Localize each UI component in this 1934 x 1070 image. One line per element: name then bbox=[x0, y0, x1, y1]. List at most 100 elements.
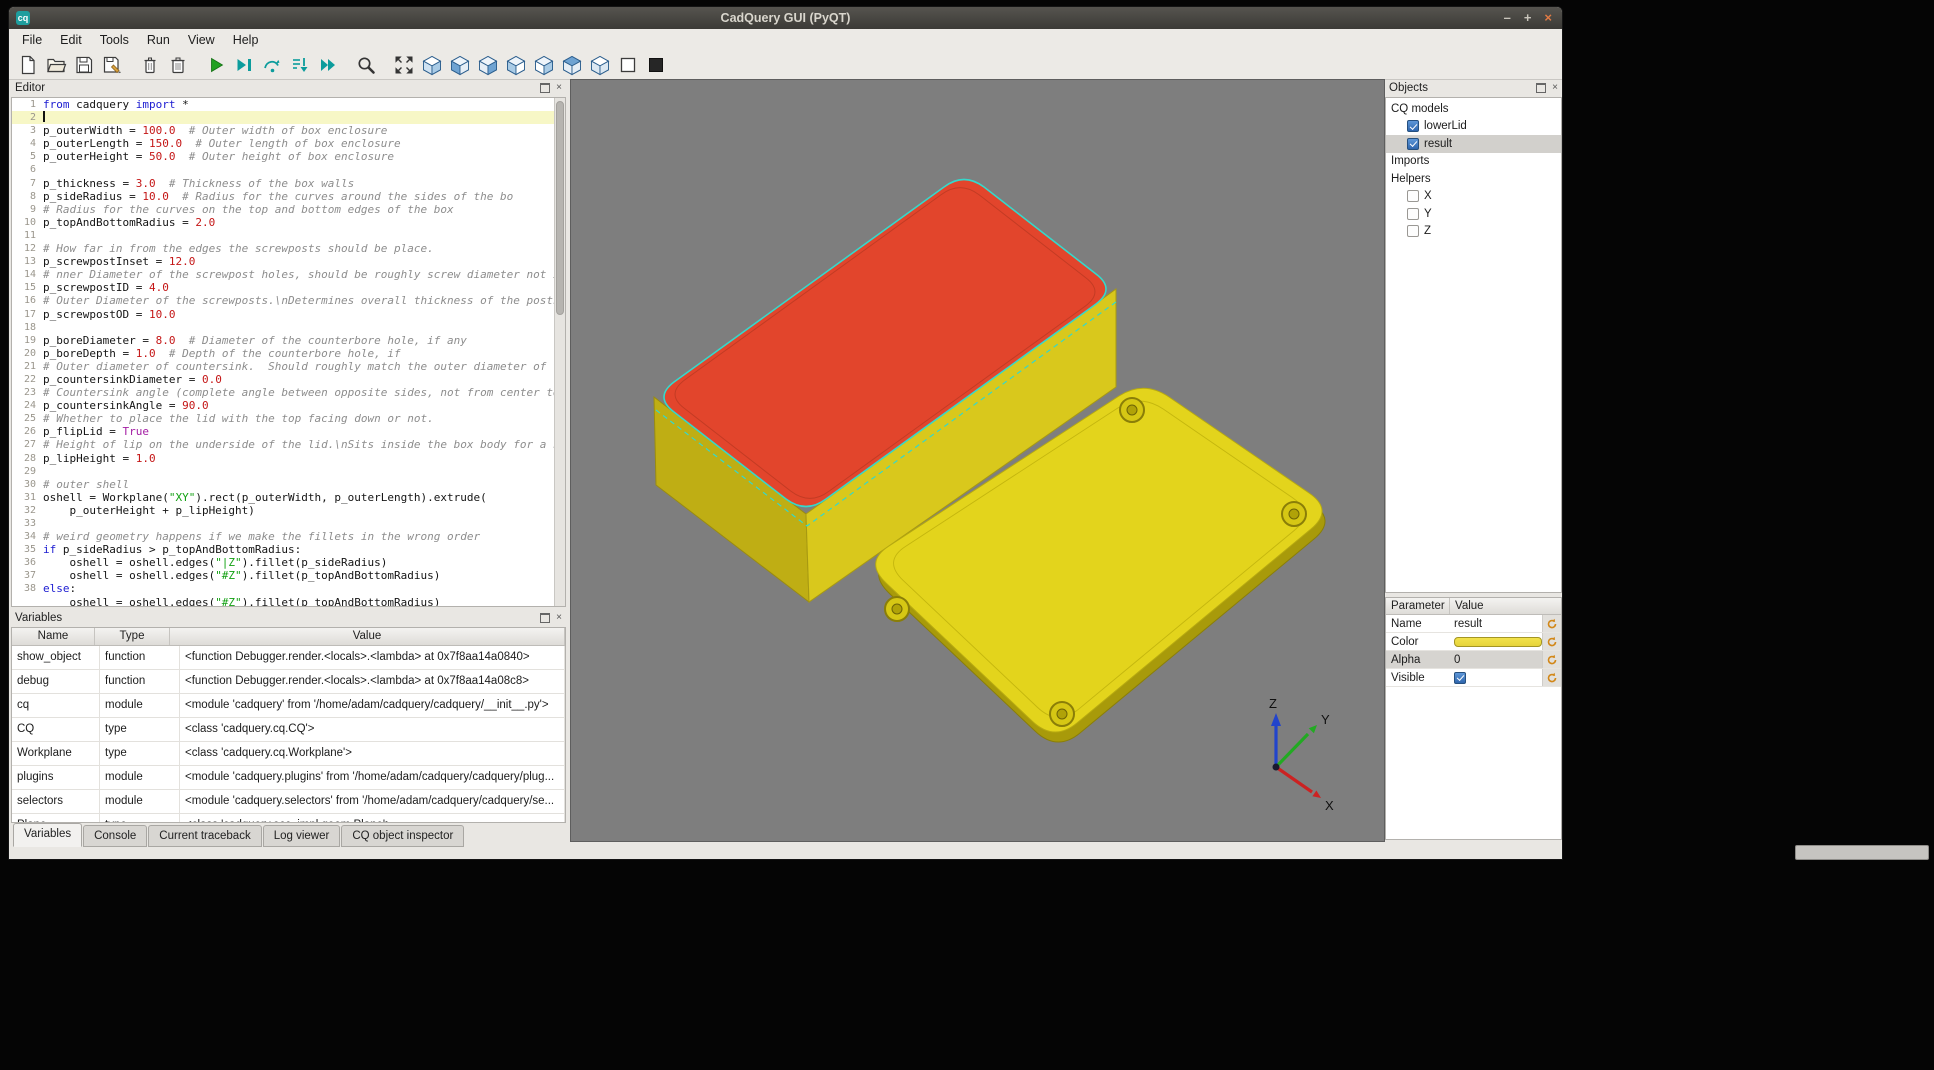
objects-group-helpers[interactable]: Helpers bbox=[1386, 170, 1561, 188]
tab-log-viewer[interactable]: Log viewer bbox=[263, 825, 341, 847]
code-line[interactable]: 6 bbox=[12, 163, 555, 176]
maximize-button[interactable]: + bbox=[1524, 7, 1532, 29]
variables-float-icon[interactable] bbox=[540, 613, 550, 623]
reset-button[interactable] bbox=[1542, 615, 1561, 632]
code-line[interactable]: 38else: bbox=[12, 582, 555, 595]
menu-run[interactable]: Run bbox=[138, 29, 179, 51]
property-row-alpha[interactable]: Alpha0 bbox=[1386, 651, 1561, 669]
save-button[interactable] bbox=[71, 53, 97, 77]
view-back-button[interactable] bbox=[475, 53, 501, 77]
editor-close-icon[interactable]: × bbox=[556, 83, 562, 93]
code-line[interactable]: oshell = oshell.edges("#Z").fillet(p_top… bbox=[12, 596, 555, 606]
code-line[interactable]: 1from cadquery import * bbox=[12, 98, 555, 111]
clear-button[interactable] bbox=[137, 53, 163, 77]
parameter-column-header[interactable]: Parameter bbox=[1386, 598, 1450, 614]
variable-row[interactable]: show_objectfunction<function Debugger.re… bbox=[12, 646, 565, 670]
visibility-checkbox[interactable] bbox=[1407, 120, 1419, 132]
menu-help[interactable]: Help bbox=[224, 29, 268, 51]
code-line[interactable]: 13p_screwpostInset = 12.0 bbox=[12, 255, 555, 268]
variable-row[interactable]: pluginsmodule<module 'cadquery.plugins' … bbox=[12, 766, 565, 790]
delete-button[interactable] bbox=[165, 53, 191, 77]
visibility-checkbox[interactable] bbox=[1407, 208, 1419, 220]
variable-row[interactable]: Workplanetype<class 'cadquery.cq.Workpla… bbox=[12, 742, 565, 766]
objects-item-result[interactable]: result bbox=[1386, 135, 1561, 153]
code-line[interactable]: 10p_topAndBottomRadius = 2.0 bbox=[12, 216, 555, 229]
objects-item-z[interactable]: Z bbox=[1386, 223, 1561, 241]
code-line[interactable]: 31oshell = Workplane("XY").rect(p_outerW… bbox=[12, 491, 555, 504]
objects-item-y[interactable]: Y bbox=[1386, 205, 1561, 223]
3d-scene[interactable]: Z Y X bbox=[571, 80, 1384, 841]
code-line[interactable]: 4p_outerLength = 150.0 # Outer length of… bbox=[12, 137, 555, 150]
variable-row[interactable]: CQtype<class 'cadquery.cq.CQ'> bbox=[12, 718, 565, 742]
code-line[interactable]: 23# Countersink angle (complete angle be… bbox=[12, 386, 555, 399]
code-line[interactable]: 22p_countersinkDiameter = 0.0 bbox=[12, 373, 555, 386]
3d-viewport[interactable]: Z Y X bbox=[570, 79, 1385, 842]
code-line[interactable]: 17p_screwpostOD = 10.0 bbox=[12, 308, 555, 321]
title-bar[interactable]: cq CadQuery GUI (PyQT) – + × bbox=[9, 7, 1562, 29]
code-line[interactable]: 21# Outer diameter of countersink. Shoul… bbox=[12, 360, 555, 373]
continue-button[interactable] bbox=[315, 53, 341, 77]
code-line[interactable]: 8p_sideRadius = 10.0 # Radius for the cu… bbox=[12, 190, 555, 203]
reset-button[interactable] bbox=[1542, 669, 1561, 686]
reset-button[interactable] bbox=[1542, 651, 1561, 668]
tab-cq-object-inspector[interactable]: CQ object inspector bbox=[341, 825, 464, 847]
objects-group-imports[interactable]: Imports bbox=[1386, 153, 1561, 171]
code-line[interactable]: 35if p_sideRadius > p_topAndBottomRadius… bbox=[12, 543, 555, 556]
code-line[interactable]: 15p_screwpostID = 4.0 bbox=[12, 281, 555, 294]
property-value[interactable]: result bbox=[1449, 618, 1542, 630]
color-swatch[interactable] bbox=[1454, 637, 1542, 647]
variable-row[interactable]: selectorsmodule<module 'cadquery.selecto… bbox=[12, 790, 565, 814]
menu-tools[interactable]: Tools bbox=[91, 29, 138, 51]
property-value[interactable] bbox=[1449, 672, 1542, 684]
wireframe-button[interactable] bbox=[615, 53, 641, 77]
variable-row[interactable]: cqmodule<module 'cadquery' from '/home/a… bbox=[12, 694, 565, 718]
tab-console[interactable]: Console bbox=[83, 825, 147, 847]
view-left-button[interactable] bbox=[503, 53, 529, 77]
objects-close-icon[interactable]: × bbox=[1552, 83, 1558, 93]
code-line[interactable]: 2 bbox=[12, 111, 555, 124]
shaded-button[interactable] bbox=[643, 53, 669, 77]
save-as-button[interactable] bbox=[99, 53, 125, 77]
property-row-color[interactable]: Color bbox=[1386, 633, 1561, 651]
code-line[interactable]: 37 oshell = oshell.edges("#Z").fillet(p_… bbox=[12, 569, 555, 582]
view-bottom-button[interactable] bbox=[587, 53, 613, 77]
code-line[interactable]: 19p_boreDiameter = 8.0 # Diameter of the… bbox=[12, 334, 555, 347]
code-area[interactable]: 1from cadquery import *23p_outerWidth = … bbox=[12, 98, 555, 606]
value-column-header[interactable]: Value bbox=[1450, 598, 1561, 614]
reset-button[interactable] bbox=[1542, 633, 1561, 650]
menu-view[interactable]: View bbox=[179, 29, 224, 51]
code-line[interactable]: 29 bbox=[12, 465, 555, 478]
zoom-to-selection-button[interactable] bbox=[353, 53, 379, 77]
code-line[interactable]: 5p_outerHeight = 50.0 # Outer height of … bbox=[12, 150, 555, 163]
code-line[interactable]: 33 bbox=[12, 517, 555, 530]
code-line[interactable]: 32 p_outerHeight + p_lipHeight) bbox=[12, 504, 555, 517]
editor-scrollbar-thumb[interactable] bbox=[556, 101, 564, 315]
property-row-visible[interactable]: Visible bbox=[1386, 669, 1561, 687]
objects-float-icon[interactable] bbox=[1536, 83, 1546, 93]
objects-item-x[interactable]: X bbox=[1386, 188, 1561, 206]
visible-checkbox[interactable] bbox=[1454, 672, 1466, 684]
tab-current-traceback[interactable]: Current traceback bbox=[148, 825, 261, 847]
code-editor[interactable]: 1from cadquery import *23p_outerWidth = … bbox=[11, 97, 566, 607]
tab-variables[interactable]: Variables bbox=[13, 823, 82, 847]
variables-close-icon[interactable]: × bbox=[556, 613, 562, 623]
code-line[interactable]: 18 bbox=[12, 321, 555, 334]
property-value[interactable] bbox=[1449, 637, 1542, 647]
view-front-button[interactable] bbox=[447, 53, 473, 77]
code-line[interactable]: 20p_boreDepth = 1.0 # Depth of the count… bbox=[12, 347, 555, 360]
visibility-checkbox[interactable] bbox=[1407, 190, 1419, 202]
property-row-name[interactable]: Nameresult bbox=[1386, 615, 1561, 633]
editor-scrollbar[interactable] bbox=[554, 98, 565, 606]
menu-file[interactable]: File bbox=[13, 29, 51, 51]
code-line[interactable]: 27# Height of lip on the underside of th… bbox=[12, 438, 555, 451]
variable-row[interactable]: debugfunction<function Debugger.render.<… bbox=[12, 670, 565, 694]
code-line[interactable]: 24p_countersinkAngle = 90.0 bbox=[12, 399, 555, 412]
property-value[interactable]: 0 bbox=[1449, 654, 1542, 666]
visibility-checkbox[interactable] bbox=[1407, 138, 1419, 150]
code-line[interactable]: 36 oshell = oshell.edges("|Z").fillet(p_… bbox=[12, 556, 555, 569]
objects-group-cq-models[interactable]: CQ models bbox=[1386, 100, 1561, 118]
view-right-button[interactable] bbox=[531, 53, 557, 77]
code-line[interactable]: 25# Whether to place the lid with the to… bbox=[12, 412, 555, 425]
variable-row[interactable]: Planetype<class 'cadquery.occ_impl.geom.… bbox=[12, 814, 565, 823]
code-line[interactable]: 16# Outer Diameter of the screwposts.\nD… bbox=[12, 294, 555, 307]
